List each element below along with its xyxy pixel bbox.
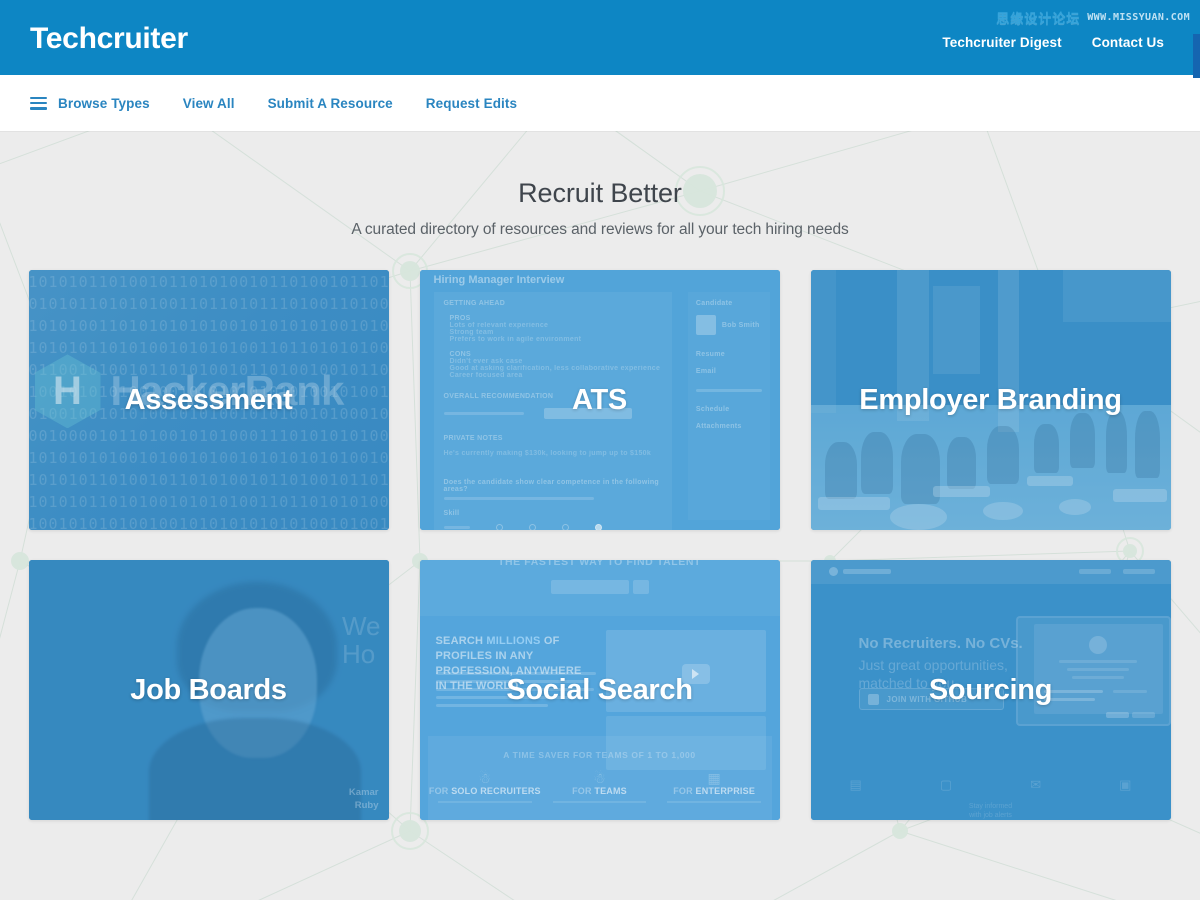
nav-item-submit-a-resource[interactable]: Submit A Resource bbox=[268, 96, 393, 111]
page-subtitle: A curated directory of resources and rev… bbox=[351, 221, 849, 239]
nav-item-view-all[interactable]: View All bbox=[183, 96, 235, 111]
category-card-ats[interactable]: Hiring Manager Interview GETTING AHEAD P… bbox=[419, 270, 780, 531]
card-title: Sourcing bbox=[928, 673, 1053, 706]
watermark: 思缘设计论坛 WWW.MISSYUAN.COM bbox=[996, 8, 1190, 27]
watermark-url: WWW.MISSYUAN.COM bbox=[1087, 12, 1190, 23]
main-content: Recruit Better A curated directory of re… bbox=[0, 131, 1200, 900]
card-title: Social Search bbox=[506, 673, 693, 706]
hamburger-icon bbox=[30, 96, 47, 110]
category-card-social-search[interactable]: THE FASTEST WAY TO FIND TALENT SEARCH MI… bbox=[419, 560, 780, 821]
card-title: ATS bbox=[572, 383, 627, 416]
card-title: Employer Branding bbox=[859, 383, 1122, 416]
nav-item-label: Browse Types bbox=[58, 95, 150, 111]
category-card-grid: 1010101101001011010100101101001011010100… bbox=[28, 270, 1172, 821]
brand-logo[interactable]: Techcruiter bbox=[30, 23, 188, 54]
secondary-nav: Browse Types View All Submit A Resource … bbox=[0, 75, 1200, 131]
category-card-employer-branding[interactable]: Employer Branding bbox=[810, 270, 1171, 531]
header-nav: Techcruiter Digest Contact Us bbox=[942, 35, 1172, 50]
category-card-assessment[interactable]: 1010101101001011010100101101001011010100… bbox=[28, 270, 389, 531]
nav-item-label: View All bbox=[182, 95, 235, 111]
category-card-sourcing[interactable]: No Recruiters. No CVs. Just great opport… bbox=[810, 560, 1171, 821]
nav-link-techcruiter-digest[interactable]: Techcruiter Digest bbox=[942, 35, 1061, 50]
nav-link-contact-us[interactable]: Contact Us bbox=[1092, 35, 1164, 50]
card-title: Job Boards bbox=[130, 673, 287, 706]
page-title: Recruit Better bbox=[518, 178, 682, 208]
nav-item-label: Submit A Resource bbox=[267, 95, 393, 111]
nav-item-label: Request Edits bbox=[425, 95, 518, 111]
nav-item-request-edits[interactable]: Request Edits bbox=[426, 96, 517, 111]
scrollbar-thumb[interactable] bbox=[1193, 34, 1200, 78]
category-card-job-boards[interactable]: We Ho Kamar Ruby Job Boards bbox=[28, 560, 389, 821]
card-title: Assessment bbox=[124, 383, 293, 416]
watermark-chinese-text: 思缘设计论坛 bbox=[996, 12, 1081, 27]
site-header: Techcruiter 思缘设计论坛 WWW.MISSYUAN.COM Tech… bbox=[0, 0, 1200, 78]
nav-item-browse-types[interactable]: Browse Types bbox=[30, 96, 150, 111]
hero-section: Recruit Better A curated directory of re… bbox=[0, 131, 1200, 239]
